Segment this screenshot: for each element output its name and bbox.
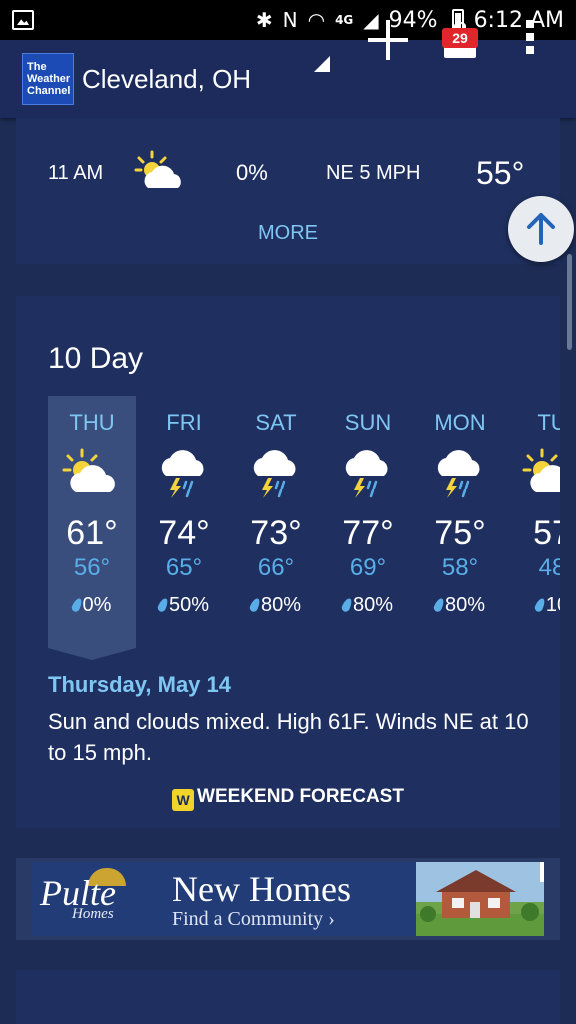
day-low: 48 <box>538 554 560 581</box>
day-high: 74° <box>158 514 210 552</box>
day-precip: 80% <box>324 594 412 617</box>
detail-narrative: Sun and clouds mixed. High 61F. Winds NE… <box>48 709 529 765</box>
gift-count-badge: 29 <box>442 28 478 48</box>
weather-app-screen: { "status_bar": { "battery": "94%", "tim… <box>0 0 576 1024</box>
ad-headline: New Homes <box>172 869 351 909</box>
partly-cloudy-icon <box>134 150 190 199</box>
ad-cta: Find a Community › <box>172 908 335 930</box>
detail-date: Thursday, May 14 <box>48 672 231 697</box>
day-name: TU <box>537 410 560 435</box>
house-image <box>416 862 544 936</box>
location-selector[interactable]: Cleveland, OH <box>82 64 251 95</box>
scrollbar[interactable] <box>567 254 572 350</box>
thunderstorm-icon <box>246 446 306 498</box>
thunderstorm-icon <box>338 446 398 498</box>
raindrop-icon <box>340 596 354 614</box>
day-precip: 80% <box>416 594 504 617</box>
bluetooth-icon: ✱ <box>255 8 273 32</box>
network-type-label: 4G <box>335 13 354 27</box>
day-high: 75° <box>434 514 486 552</box>
day-column-tu[interactable]: TU 5748 10 <box>508 396 560 648</box>
hour-precip: 0% <box>236 160 268 185</box>
day-column-sun[interactable]: SUN 77° 69° 80% <box>324 396 412 648</box>
wifi-icon: ◠ <box>307 8 326 32</box>
hour-wind: NE 5 MPH <box>326 161 421 184</box>
clock: 6:12 AM <box>473 7 564 33</box>
ad-brand-sub: Homes <box>72 906 114 922</box>
overflow-menu-button[interactable] <box>524 20 536 58</box>
day-precip: 80% <box>232 594 320 617</box>
day-high: 73° <box>250 514 302 552</box>
scroll-to-top-button[interactable] <box>508 196 574 262</box>
weekend-forecast-link[interactable]: W WEEKEND FORECAST <box>16 786 560 811</box>
partly-cloudy-icon <box>62 446 122 498</box>
day-precip: 50% <box>140 594 228 617</box>
section-title: 10 Day <box>48 342 144 375</box>
status-bar: ✱ N ◠ 4G ◢ 94% 6:12 AM <box>0 0 576 40</box>
day-name: FRI <box>166 410 202 435</box>
day-name: SUN <box>344 410 392 435</box>
weather-channel-logo[interactable]: The Weather Channel <box>22 53 74 105</box>
day-column-fri[interactable]: FRI 74° 65° 50% <box>140 396 228 648</box>
day-name: SAT <box>255 410 297 435</box>
day-column-mon[interactable]: MON 75° 58° 80% <box>416 396 504 648</box>
ad-card: Pulte Homes New Homes Find a Community ›… <box>16 858 560 940</box>
day-low: 65° <box>165 554 203 581</box>
raindrop-icon <box>432 596 446 614</box>
day-strip[interactable]: THU 61° 56° 0% FRI 74° 65° 50% SAT 73° 66° 80% SUN 77… <box>48 396 560 660</box>
ten-day-card: 10 Day THU 61° 56° 0% FRI 74° 65° 50% SAT 73° 66° 8… <box>16 296 560 828</box>
thunderstorm-icon <box>154 446 214 498</box>
day-low: 56° <box>73 554 111 581</box>
gift-button[interactable]: 29 <box>442 22 478 58</box>
day-high: 57 <box>533 514 560 552</box>
hourly-card: 11 AM 0% NE 5 MPH 55° MORE <box>16 118 560 264</box>
ad-choices-icon[interactable]: ▷ <box>540 862 544 882</box>
hourly-row[interactable]: 11 AM 0% NE 5 MPH 55° <box>16 148 560 198</box>
location-dropdown-icon[interactable] <box>314 56 330 72</box>
day-high: 61° <box>66 514 118 552</box>
raindrop-icon <box>533 596 547 614</box>
raindrop-icon <box>156 596 170 614</box>
day-name: MON <box>434 410 486 435</box>
next-card <box>16 970 560 1024</box>
nfc-icon: N <box>282 8 298 32</box>
raindrop-icon <box>69 596 84 614</box>
app-bar: The Weather Channel Cleveland, OH <box>0 40 576 118</box>
more-link[interactable]: MORE <box>16 222 560 245</box>
ad-brand: Pulte <box>40 873 116 913</box>
day-precip: 10 <box>508 594 560 617</box>
weekend-icon: W <box>172 789 195 811</box>
add-location-button[interactable] <box>368 20 408 60</box>
gallery-notification-icon <box>12 10 34 30</box>
ad-banner[interactable]: Pulte Homes New Homes Find a Community ›… <box>32 862 544 936</box>
day-precip: 0% <box>48 594 136 617</box>
thunderstorm-icon <box>430 446 490 498</box>
raindrop-icon <box>248 596 262 614</box>
day-low: 69° <box>349 554 387 581</box>
day-low: 58° <box>441 554 479 581</box>
day-column-sat[interactable]: SAT 73° 66° 80% <box>232 396 320 648</box>
day-name: THU <box>69 410 115 435</box>
partly-cloudy-icon <box>522 446 560 498</box>
day-column-thu[interactable]: THU 61° 56° 0% <box>48 396 136 660</box>
hour-time: 11 AM <box>48 161 104 184</box>
day-low: 66° <box>257 554 295 581</box>
day-high: 77° <box>342 514 394 552</box>
arrow-up-icon <box>527 213 555 245</box>
hour-temp: 55° <box>476 154 525 191</box>
